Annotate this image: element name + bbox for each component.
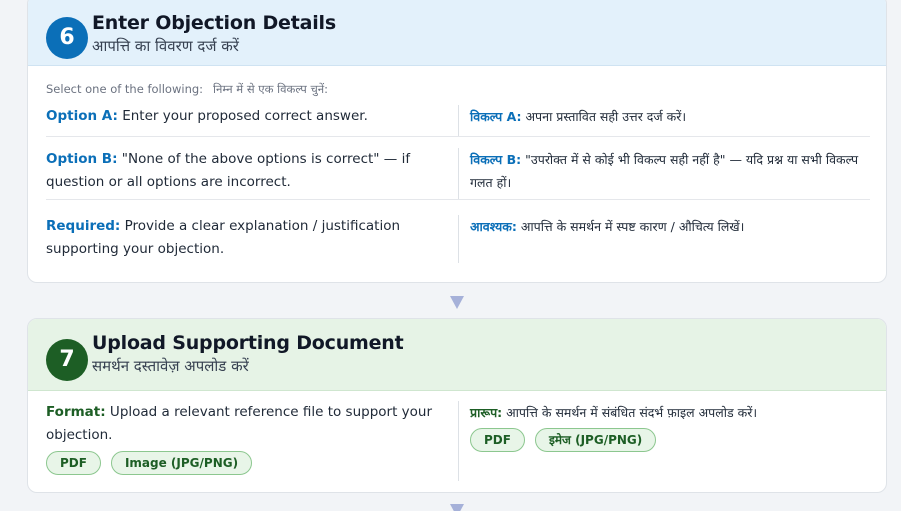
required-text-hindi: आपत्ति के समर्थन में स्पष्ट कारण / औचित्… <box>516 219 745 234</box>
image-pill: Image (JPG/PNG) <box>110 451 253 475</box>
option-b-hindi: विकल्प B: "उपरोक्त में से कोई भी विकल्प … <box>458 148 870 199</box>
option-a-key-hindi: विकल्प A: <box>470 109 522 124</box>
step-number-badge: 6 <box>46 17 88 59</box>
pdf-pill-hindi: PDF <box>470 428 525 452</box>
option-b-english: Option B: "None of the above options is … <box>46 148 458 199</box>
required-key: Required: <box>46 218 121 234</box>
format-key: Format: <box>46 404 106 420</box>
required-key-hindi: आवश्यक: <box>470 219 517 234</box>
format-hindi: प्रारूप: आपत्ति के समर्थन में संबंधित सं… <box>458 401 870 481</box>
option-b-row: Option B: "None of the above options is … <box>46 148 870 200</box>
option-a-text-hindi: अपना प्रस्तावित सही उत्तर दर्ज करें। <box>521 109 687 124</box>
step-7-header: 7 Upload Supporting Document समर्थन दस्त… <box>28 319 886 391</box>
step-title: Enter Objection Details <box>92 12 336 34</box>
option-a-key: Option A: <box>46 108 118 124</box>
file-type-pills: PDF Image (JPG/PNG) <box>46 451 440 475</box>
instruction-text: Select one of the following: निम्न में से… <box>46 82 328 97</box>
format-english: Format: Upload a relevant reference file… <box>46 401 458 481</box>
required-english: Required: Provide a clear explanation / … <box>46 215 458 263</box>
instruction-english: Select one of the following: <box>46 82 204 96</box>
option-a-row: Option A: Enter your proposed correct an… <box>46 105 870 137</box>
format-key-hindi: प्रारूप: <box>470 405 503 420</box>
step-connector-arrow-down-icon <box>450 296 464 309</box>
option-a-hindi: विकल्प A: अपना प्रस्तावित सही उत्तर दर्ज… <box>458 105 870 136</box>
option-a-english: Option A: Enter your proposed correct an… <box>46 105 458 136</box>
pdf-pill: PDF <box>46 451 101 475</box>
format-row: Format: Upload a relevant reference file… <box>46 401 870 481</box>
instruction-hindi: निम्न में से एक विकल्प चुनें: <box>213 82 328 96</box>
step-connector-arrow-down-icon <box>450 504 464 511</box>
image-pill-hindi: इमेज (JPG/PNG) <box>534 428 657 452</box>
step-title: Upload Supporting Document <box>92 332 404 354</box>
step-6-header: 6 Enter Objection Details आपत्ति का विवर… <box>28 0 886 66</box>
option-b-text-hindi: "उपरोक्त में से कोई भी विकल्प सही नहीं ह… <box>470 152 859 190</box>
step-6-card: 6 Enter Objection Details आपत्ति का विवर… <box>27 0 887 283</box>
step-subtitle-hindi: समर्थन दस्तावेज़ अपलोड करें <box>92 357 249 375</box>
option-b-key: Option B: <box>46 151 118 167</box>
step-subtitle-hindi: आपत्ति का विवरण दर्ज करें <box>92 37 239 55</box>
file-type-pills-hindi: PDF इमेज (JPG/PNG) <box>470 428 870 452</box>
format-text-hindi: आपत्ति के समर्थन में संबंधित संदर्भ फ़ाइ… <box>502 405 758 420</box>
required-row: Required: Provide a clear explanation / … <box>46 215 870 263</box>
required-hindi: आवश्यक: आपत्ति के समर्थन में स्पष्ट कारण… <box>458 215 870 263</box>
option-a-text: Enter your proposed correct answer. <box>117 108 368 124</box>
option-b-key-hindi: विकल्प B: <box>470 152 522 167</box>
step-number-badge: 7 <box>46 339 88 381</box>
step-7-card: 7 Upload Supporting Document समर्थन दस्त… <box>27 318 887 493</box>
